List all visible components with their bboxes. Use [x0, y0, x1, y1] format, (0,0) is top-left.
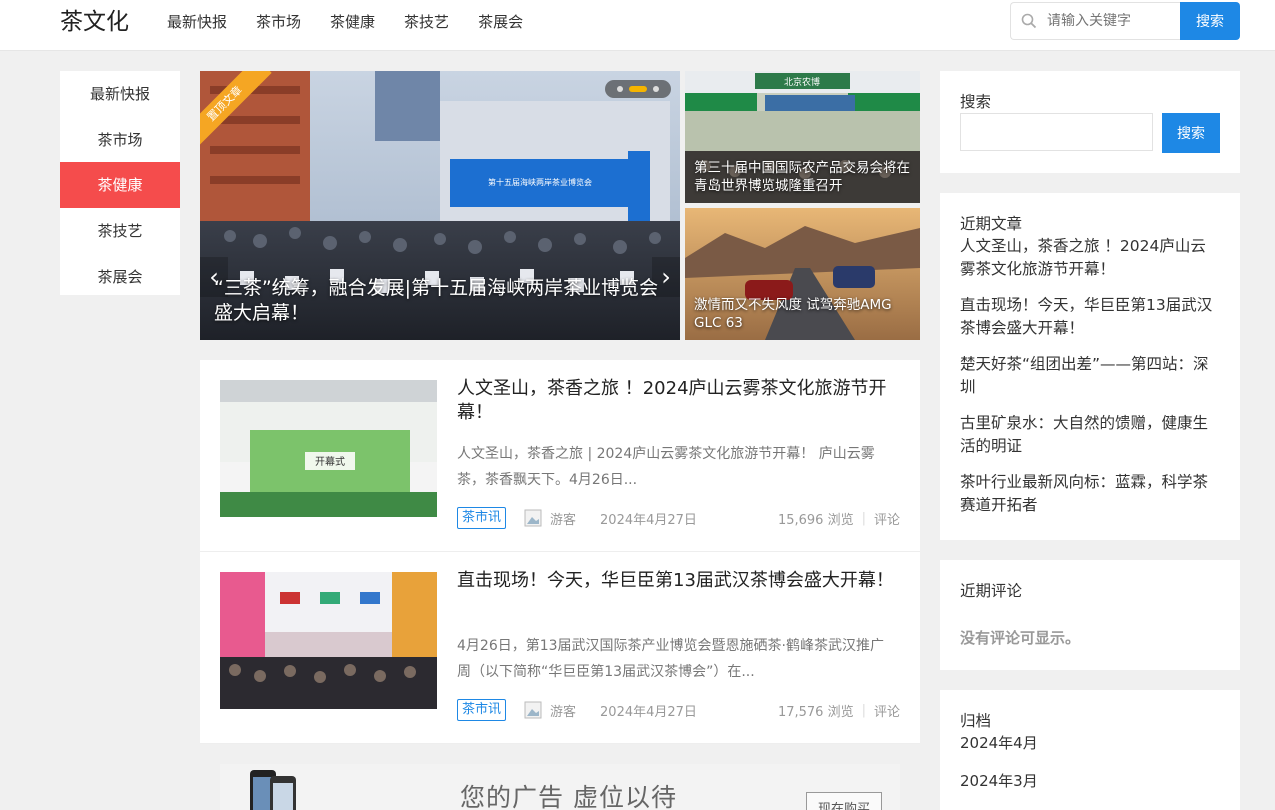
- post-title[interactable]: 直击现场！今天，华巨臣第13届武汉茶博会盛大开幕！: [457, 569, 897, 593]
- ad-buy-button[interactable]: 现在购买: [806, 792, 882, 810]
- side-tile-expo[interactable]: 北京农博 第三十届中国国际农产品交易会将在青岛世界博览城隆重召开: [685, 71, 920, 203]
- header-search: 搜索: [1010, 2, 1240, 40]
- site-logo[interactable]: 茶文化: [60, 8, 129, 36]
- side-tile-car[interactable]: 激情而又不失风度 试驾奔驰AMG GLC 63: [685, 208, 920, 340]
- post-thumbnail-image: [220, 572, 437, 709]
- post-comments-link[interactable]: 评论: [874, 701, 900, 720]
- recent-comments-title: 近期评论: [960, 582, 1023, 600]
- post-meta: 茶市讯 游客 2024年4月27日 17,576 浏览 | 评论: [457, 698, 900, 722]
- nav-item-expo[interactable]: 茶展会: [478, 11, 523, 32]
- nav-item-craft[interactable]: 茶技艺: [404, 11, 449, 32]
- search-widget-title: 搜索: [960, 93, 992, 111]
- header-search-box: [1010, 2, 1180, 40]
- post-tag[interactable]: 茶市讯: [457, 507, 507, 529]
- archives-widget: 归档 2024年4月 2024年3月: [940, 690, 1240, 810]
- archives-title: 归档: [960, 712, 992, 730]
- side-tile-sign: 北京农博: [784, 76, 820, 88]
- recent-post-link[interactable]: 人文圣山，茶香之旅 ！2024庐山云雾茶文化旅游节开幕！: [960, 235, 1220, 281]
- category-menu: 最新快报 茶市场 茶健康 茶技艺 茶展会: [60, 71, 180, 295]
- meta-divider: |: [861, 510, 866, 526]
- recent-post-link[interactable]: 茶叶行业最新风向标：蓝霖，科学茶赛道开拓者: [960, 471, 1220, 517]
- post-title[interactable]: 人文圣山，茶香之旅 ！2024庐山云雾茶文化旅游节开幕！: [457, 377, 897, 425]
- post-excerpt: 人文圣山，茶香之旅 | 2024庐山云雾茶文化旅游节开幕！ 庐山云雾茶，茶香飘天…: [457, 446, 875, 488]
- post-thumbnail[interactable]: 开幕式: [220, 380, 437, 517]
- ad-text: 您的广告 虚位以待: [460, 783, 677, 810]
- sidebar-search-form: 搜索: [960, 113, 1220, 153]
- post-thumbnail[interactable]: [220, 572, 437, 709]
- post-item: 直击现场！今天，华巨臣第13届武汉茶博会盛大开幕！ 4月26日，第13届武汉国际…: [200, 552, 920, 744]
- category-item-health[interactable]: 茶健康: [60, 162, 180, 208]
- main-nav: 最新快报 茶市场 茶健康 茶技艺 茶展会: [167, 0, 552, 42]
- nav-item-latest[interactable]: 最新快报: [167, 11, 227, 32]
- slider-pagination: [605, 80, 671, 98]
- recent-posts-title: 近期文章: [960, 215, 1023, 233]
- post-comments-link[interactable]: 评论: [874, 509, 900, 528]
- search-icon: [1021, 13, 1037, 29]
- sidebar-search-input[interactable]: [960, 113, 1153, 151]
- archive-link[interactable]: 2024年3月: [960, 770, 1220, 792]
- slider-dot[interactable]: [617, 86, 623, 92]
- sticky-ribbon-label: 置顶文章: [200, 71, 272, 151]
- slide-caption[interactable]: “三茶”统筹，融合发展|第十五届海峡两岸茶业博览会盛大启幕！: [214, 276, 674, 326]
- post-views: 15,696 浏览: [777, 512, 854, 528]
- ad-banner[interactable]: 您的广告 虚位以待 现在购买: [220, 764, 900, 810]
- search-widget: 搜索 搜索: [940, 71, 1240, 173]
- post-author[interactable]: 游客: [550, 701, 576, 720]
- sidebar-search-button[interactable]: 搜索: [1162, 113, 1220, 153]
- nav-item-market[interactable]: 茶市场: [256, 11, 301, 32]
- post-tag[interactable]: 茶市讯: [457, 699, 507, 721]
- post-meta: 茶市讯 游客 2024年4月27日 15,696 浏览 | 评论: [457, 506, 900, 530]
- post-thumbnail-image: 开幕式: [220, 380, 437, 517]
- nav-item-health[interactable]: 茶健康: [330, 11, 375, 32]
- recent-post-link[interactable]: 古里矿泉水：大自然的馈赠，健康生活的明证: [960, 412, 1220, 458]
- post-list: 开幕式 人文圣山，茶香之旅 ！2024庐山云雾茶文化旅游节开幕！ 人文圣山，茶香…: [200, 360, 920, 744]
- post-item: 开幕式 人文圣山，茶香之旅 ！2024庐山云雾茶文化旅游节开幕！ 人文圣山，茶香…: [200, 360, 920, 552]
- header-search-input[interactable]: [1047, 13, 1172, 29]
- post-views: 17,576 浏览: [777, 704, 854, 720]
- side-tile-caption[interactable]: 第三十届中国国际农产品交易会将在青岛世界博览城隆重召开: [694, 159, 912, 195]
- category-item-market[interactable]: 茶市场: [60, 117, 180, 163]
- archive-link[interactable]: 2024年4月: [960, 732, 1220, 754]
- sticky-ribbon: 置顶文章: [200, 71, 274, 151]
- thumb-sign-text: 开幕式: [315, 455, 345, 468]
- recent-post-link[interactable]: 楚天好茶“组团出差”——第四站：深圳: [960, 353, 1220, 399]
- slider-dot[interactable]: [653, 86, 659, 92]
- avatar-icon: [524, 701, 542, 719]
- category-item-expo[interactable]: 茶展会: [60, 253, 180, 299]
- recent-posts-widget: 近期文章 人文圣山，茶香之旅 ！2024庐山云雾茶文化旅游节开幕！ 直击现场！今…: [940, 193, 1240, 540]
- post-date: 2024年4月27日: [600, 704, 697, 720]
- avatar-icon: [524, 509, 542, 527]
- recent-comments-widget: 近期评论 没有评论可显示。: [940, 560, 1240, 670]
- no-comments-message: 没有评论可显示。: [960, 629, 1081, 647]
- meta-divider: |: [861, 702, 866, 718]
- featured-slider[interactable]: 第十五届海峡两岸茶业博览会 置顶文章 ‹ › “三茶”统筹，融合发展|第十五届海…: [200, 71, 680, 340]
- header-search-button[interactable]: 搜索: [1180, 2, 1240, 40]
- category-item-craft[interactable]: 茶技艺: [60, 208, 180, 254]
- post-excerpt: 4月26日，第13届武汉国际茶产业博览会暨恩施硒茶·鹤峰茶武汉推广周（以下简称“…: [457, 638, 884, 680]
- phone-icon: [250, 770, 296, 810]
- category-item-latest[interactable]: 最新快报: [60, 71, 180, 117]
- recent-post-link[interactable]: 直击现场！今天，华巨臣第13届武汉茶博会盛大开幕！: [960, 294, 1220, 340]
- slider-dot-active[interactable]: [629, 86, 647, 92]
- post-author[interactable]: 游客: [550, 509, 576, 528]
- slide-banner-text: 第十五届海峡两岸茶业博览会: [488, 177, 592, 187]
- site-header: 茶文化 最新快报 茶市场 茶健康 茶技艺 茶展会 搜索: [0, 0, 1275, 51]
- side-tile-caption[interactable]: 激情而又不失风度 试驾奔驰AMG GLC 63: [694, 296, 912, 332]
- post-date: 2024年4月27日: [600, 512, 697, 528]
